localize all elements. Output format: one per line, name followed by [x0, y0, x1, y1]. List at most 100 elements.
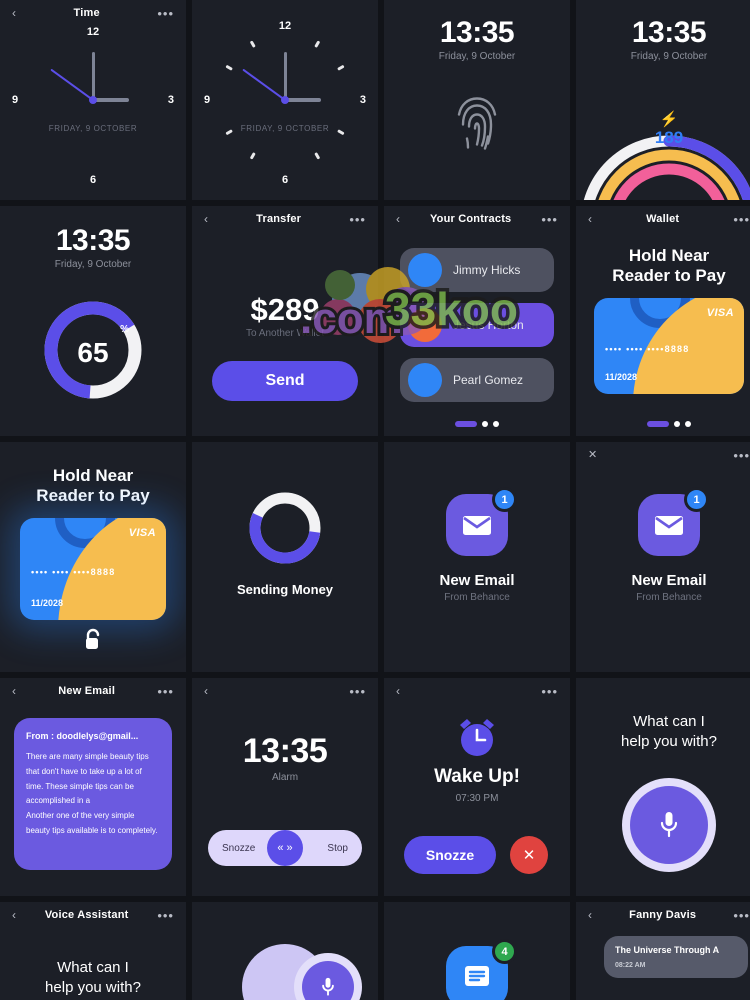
cell-clock-hands[interactable]: ‹ Time ••• 12 3 6 9 FRIDAY, 9 OCTOBER: [0, 0, 186, 200]
more-icon[interactable]: •••: [349, 213, 366, 226]
assistant-prompt-line1: What can I: [57, 959, 129, 976]
contact-name: Jesus Horton: [453, 318, 524, 332]
email-body-card[interactable]: From : doodlelys@gmail... There are many…: [14, 718, 172, 870]
clock-date: FRIDAY, 9 OCTOBER: [240, 124, 330, 133]
more-icon[interactable]: •••: [733, 909, 750, 922]
slider-knob[interactable]: « »: [267, 830, 303, 866]
snooze-stop-slider[interactable]: Snozze Stop « »: [208, 830, 362, 866]
back-icon[interactable]: ‹: [204, 685, 208, 697]
dismiss-button[interactable]: ✕: [510, 836, 548, 874]
cell-wake-up[interactable]: ‹ ••• Wake Up! 07:30 PM Snozze ✕: [384, 678, 570, 896]
page-indicator[interactable]: [455, 421, 499, 427]
notification-badge: 4: [492, 939, 517, 964]
snooze-button[interactable]: Snozze: [404, 836, 496, 874]
messages-app-icon[interactable]: 4: [446, 939, 517, 1000]
cell-battery-ring[interactable]: 13:35 Friday, 9 October 65 %: [0, 206, 186, 436]
email-app-icon[interactable]: 1: [446, 487, 517, 556]
cell-charging[interactable]: 13:35 Friday, 9 October ⚡ 189: [576, 0, 750, 200]
list-item[interactable]: Pearl Gomez: [400, 358, 554, 402]
more-icon[interactable]: •••: [157, 909, 174, 922]
cell-messages-notif[interactable]: 4: [384, 902, 570, 1000]
back-icon[interactable]: ‹: [12, 909, 16, 921]
close-icon[interactable]: ✕: [588, 449, 598, 461]
chat-bubble[interactable]: The Universe Through A 08:22 AM: [604, 936, 748, 978]
cell-wallet-tap[interactable]: Hold Near Reader to Pay VISA •••• •••• •…: [0, 442, 186, 672]
mic-button[interactable]: [622, 778, 716, 872]
card-expiry: 11/2028: [605, 372, 638, 382]
page-dot-active: [455, 421, 477, 427]
cell-lock-fingerprint[interactable]: 13:35 Friday, 9 October: [384, 0, 570, 200]
assistant-prompt-line2: help you with?: [621, 732, 717, 750]
alarm-clock-icon: [454, 716, 500, 765]
cell-alarm-slider[interactable]: ‹ ••• 13:35 Alarm Snozze Stop « »: [192, 678, 378, 896]
contracts-header: ‹ Your Contracts •••: [384, 206, 570, 232]
transfer-subtitle: To Another Wallet: [245, 328, 324, 339]
microphone-icon: [660, 812, 678, 838]
page-title: Transfer: [256, 213, 302, 225]
more-icon[interactable]: •••: [541, 685, 558, 698]
credit-card[interactable]: VISA •••• •••• ••••8888 11/2028: [594, 298, 744, 394]
clock-tick: [225, 64, 233, 71]
cell-email-detail[interactable]: ‹ New Email ••• From : doodlelys@gmail..…: [0, 678, 186, 896]
card-expiry: 11/2028: [31, 598, 64, 608]
cell-transfer[interactable]: ‹ Transfer ••• $289 To Another Wallet Se…: [192, 206, 378, 436]
back-icon[interactable]: ‹: [12, 685, 16, 697]
minute-hand: [91, 52, 95, 100]
avatar: [408, 308, 442, 342]
notification-badge: 1: [492, 487, 517, 512]
mic-button[interactable]: [302, 961, 354, 1000]
clock-pivot: [89, 96, 97, 104]
cell-voice-listening[interactable]: [192, 902, 378, 1000]
card-number: •••• •••• ••••8888: [31, 566, 116, 577]
more-icon[interactable]: •••: [733, 449, 750, 462]
chat-icon: [465, 966, 489, 986]
back-icon[interactable]: ‹: [204, 213, 208, 225]
assistant-prompt: What can I help you with?: [0, 958, 186, 997]
more-icon[interactable]: •••: [349, 685, 366, 698]
email-text: There are many simple beauty tips that d…: [26, 752, 158, 835]
cell-voice-assistant-b[interactable]: ‹ Voice Assistant ••• What can I help yo…: [0, 902, 186, 1000]
email-header: ‹ New Email •••: [0, 678, 186, 704]
clock-number-3: 3: [359, 94, 366, 106]
page-indicator[interactable]: [647, 421, 691, 427]
send-button[interactable]: Send: [212, 361, 358, 401]
back-icon[interactable]: ‹: [396, 685, 400, 697]
clock-number-12: 12: [86, 26, 100, 38]
list-item[interactable]: Jimmy Hicks: [400, 248, 554, 292]
avatar: [408, 253, 442, 287]
alarm-clock: 13:35 Alarm: [192, 732, 378, 783]
cell-new-email-a[interactable]: 1 New Email From Behance: [384, 442, 570, 672]
cell-new-email-b[interactable]: ✕ ••• 1 New Email From Behance: [576, 442, 750, 672]
second-hand: [50, 68, 94, 101]
cell-wallet[interactable]: ‹ Wallet ••• Hold Near Reader to Pay VIS…: [576, 206, 750, 436]
cell-contracts[interactable]: ‹ Your Contracts ••• Jimmy Hicks Jesus H…: [384, 206, 570, 436]
more-icon[interactable]: •••: [541, 213, 558, 226]
back-icon[interactable]: ‹: [588, 909, 592, 921]
sending-spinner: [247, 490, 323, 571]
clock-tick: [249, 152, 256, 160]
analog-clock-face-ticks: 12 3 6 9 FRIDAY, 9 OCTOBER: [192, 0, 378, 200]
page-dot: [482, 421, 488, 427]
more-icon[interactable]: •••: [157, 685, 174, 698]
credit-card[interactable]: VISA •••• •••• ••••8888 11/2028: [20, 518, 166, 620]
wallet-prompt-line2: Reader to Pay: [36, 485, 150, 505]
list-item[interactable]: Jesus Horton: [400, 303, 554, 347]
more-icon[interactable]: •••: [733, 213, 750, 226]
cell-clock-ticks[interactable]: 12 3 6 9 FRIDAY, 9 OCTOBER: [192, 0, 378, 200]
assistant-header: ‹ Voice Assistant •••: [0, 902, 186, 928]
wallet-prompt-line1: Hold Near: [628, 246, 710, 265]
clock-number-3: 3: [167, 94, 174, 106]
cell-chat[interactable]: ‹ Fanny Davis ••• The Universe Through A…: [576, 902, 750, 1000]
analog-clock-face: 12 3 6 9 FRIDAY, 9 OCTOBER: [0, 0, 186, 200]
battery-donut: 65 %: [41, 298, 145, 407]
email-app-icon[interactable]: 1: [638, 487, 709, 556]
percent-symbol: %: [120, 324, 129, 335]
page-dot-active: [647, 421, 669, 427]
clock-number-12: 12: [278, 20, 292, 32]
fingerprint-icon[interactable]: [453, 93, 501, 156]
lock-date: Friday, 9 October: [438, 51, 516, 62]
back-icon[interactable]: ‹: [396, 213, 400, 225]
back-icon[interactable]: ‹: [588, 213, 592, 225]
wallet-header: ‹ Wallet •••: [576, 206, 750, 232]
cell-voice-assistant-a[interactable]: What can I help you with?: [576, 678, 750, 896]
